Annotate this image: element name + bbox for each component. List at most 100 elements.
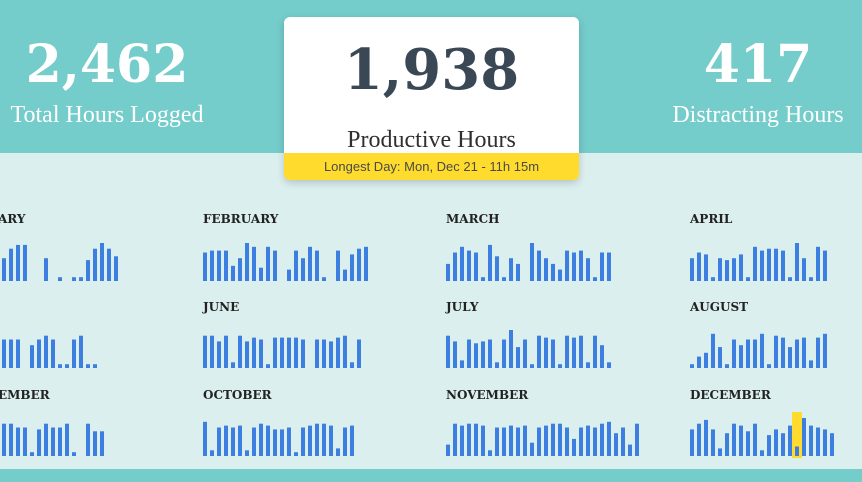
day-bar-march-22[interactable] <box>593 277 597 281</box>
day-bar-may-12[interactable] <box>37 339 41 369</box>
day-bar-april-1[interactable] <box>690 258 694 281</box>
day-bar-april-18[interactable] <box>809 277 813 281</box>
day-bar-september-11[interactable] <box>30 452 34 456</box>
day-bar-august-7[interactable] <box>732 339 736 369</box>
day-bar-december-14[interactable] <box>781 433 785 456</box>
day-bar-june-20[interactable] <box>336 337 340 368</box>
day-bar-november-14[interactable] <box>537 427 541 457</box>
day-bar-may-19[interactable] <box>86 364 90 368</box>
day-bar-august-2[interactable] <box>697 356 701 368</box>
day-bar-may-16[interactable] <box>65 364 69 368</box>
day-bar-november-26[interactable] <box>621 427 625 457</box>
day-bar-february-15[interactable] <box>301 258 305 281</box>
day-bar-november-1[interactable] <box>446 444 450 456</box>
day-bar-june-17[interactable] <box>315 339 319 369</box>
day-bar-september-20[interactable] <box>93 431 97 456</box>
day-bar-june-5[interactable] <box>231 362 235 368</box>
day-bar-october-21[interactable] <box>343 427 347 457</box>
day-bar-november-20[interactable] <box>579 427 583 457</box>
day-bar-september-10[interactable] <box>23 427 27 457</box>
day-bar-march-20[interactable] <box>579 250 583 281</box>
day-bar-may-7[interactable] <box>2 339 6 369</box>
day-bar-september-15[interactable] <box>58 427 62 457</box>
day-bar-december-8[interactable] <box>739 425 743 456</box>
day-bar-april-10[interactable] <box>753 246 757 281</box>
day-bar-june-2[interactable] <box>210 335 214 368</box>
day-bar-july-23[interactable] <box>600 345 604 368</box>
day-bar-august-20[interactable] <box>823 333 827 368</box>
day-bar-march-18[interactable] <box>565 250 569 281</box>
day-bar-june-11[interactable] <box>273 337 277 368</box>
day-bar-april-4[interactable] <box>711 277 715 281</box>
day-bar-july-14[interactable] <box>537 335 541 368</box>
day-bar-july-24[interactable] <box>607 362 611 368</box>
day-bar-july-4[interactable] <box>467 339 471 369</box>
day-bar-january-15[interactable] <box>58 277 62 281</box>
day-bar-june-1[interactable] <box>203 335 207 368</box>
day-bar-october-1[interactable] <box>203 421 207 456</box>
day-bar-september-17[interactable] <box>72 452 76 456</box>
day-bar-january-7[interactable] <box>2 258 6 281</box>
day-bar-november-13[interactable] <box>530 442 534 456</box>
day-bar-october-13[interactable] <box>287 427 291 457</box>
day-bar-october-17[interactable] <box>315 423 319 456</box>
day-bar-march-14[interactable] <box>537 250 541 281</box>
day-bar-november-17[interactable] <box>558 423 562 456</box>
day-bar-march-10[interactable] <box>509 258 513 281</box>
day-bar-february-7[interactable] <box>245 243 249 281</box>
day-bar-july-13[interactable] <box>530 364 534 368</box>
day-bar-april-14[interactable] <box>781 250 785 281</box>
day-bar-january-10[interactable] <box>23 244 27 281</box>
day-bar-october-16[interactable] <box>308 425 312 456</box>
day-bar-october-4[interactable] <box>224 425 228 456</box>
day-bar-november-27[interactable] <box>628 444 632 456</box>
day-bar-march-5[interactable] <box>474 252 478 282</box>
day-bar-september-13[interactable] <box>44 423 48 456</box>
day-bar-february-5[interactable] <box>231 265 235 281</box>
day-bar-november-8[interactable] <box>495 427 499 457</box>
day-bar-september-7[interactable] <box>2 423 6 456</box>
day-bar-july-21[interactable] <box>586 362 590 368</box>
day-bar-february-23[interactable] <box>357 248 361 281</box>
day-bar-april-19[interactable] <box>816 246 820 281</box>
day-bar-august-13[interactable] <box>774 335 778 368</box>
day-bar-april-8[interactable] <box>739 254 743 281</box>
day-bar-march-9[interactable] <box>502 277 506 281</box>
day-bar-january-18[interactable] <box>79 277 83 281</box>
day-bar-june-21[interactable] <box>343 335 347 368</box>
day-bar-march-2[interactable] <box>453 252 457 282</box>
day-bar-august-3[interactable] <box>704 352 708 368</box>
day-bar-june-13[interactable] <box>287 337 291 368</box>
day-bar-august-11[interactable] <box>760 333 764 368</box>
day-bar-january-21[interactable] <box>100 243 104 281</box>
day-bar-december-17[interactable] <box>802 418 806 456</box>
day-bar-march-4[interactable] <box>467 250 471 281</box>
day-bar-june-9[interactable] <box>259 339 263 369</box>
day-bar-july-1[interactable] <box>446 335 450 368</box>
day-bar-february-10[interactable] <box>266 246 270 281</box>
day-bar-october-18[interactable] <box>322 423 326 456</box>
day-bar-april-7[interactable] <box>732 258 736 281</box>
day-bar-november-3[interactable] <box>460 425 464 456</box>
day-bar-august-18[interactable] <box>809 360 813 368</box>
day-bar-june-15[interactable] <box>301 339 305 369</box>
day-bar-august-14[interactable] <box>781 337 785 368</box>
day-bar-june-4[interactable] <box>224 335 228 368</box>
day-bar-september-16[interactable] <box>65 423 69 456</box>
day-bar-november-2[interactable] <box>453 423 457 456</box>
day-bar-september-14[interactable] <box>51 427 55 457</box>
day-bar-august-19[interactable] <box>816 337 820 368</box>
day-bar-july-20[interactable] <box>579 335 583 368</box>
day-bar-february-16[interactable] <box>308 246 312 281</box>
day-bar-july-18[interactable] <box>565 335 569 368</box>
day-bar-october-14[interactable] <box>294 452 298 456</box>
day-bar-january-22[interactable] <box>107 248 111 281</box>
day-bar-march-15[interactable] <box>544 258 548 281</box>
day-bar-september-9[interactable] <box>16 427 20 457</box>
day-bar-february-6[interactable] <box>238 258 242 281</box>
day-bar-february-17[interactable] <box>315 250 319 281</box>
day-bar-june-22[interactable] <box>350 362 354 368</box>
day-bar-december-16[interactable] <box>795 446 799 457</box>
day-bar-july-7[interactable] <box>488 339 492 369</box>
day-bar-february-3[interactable] <box>217 250 221 281</box>
